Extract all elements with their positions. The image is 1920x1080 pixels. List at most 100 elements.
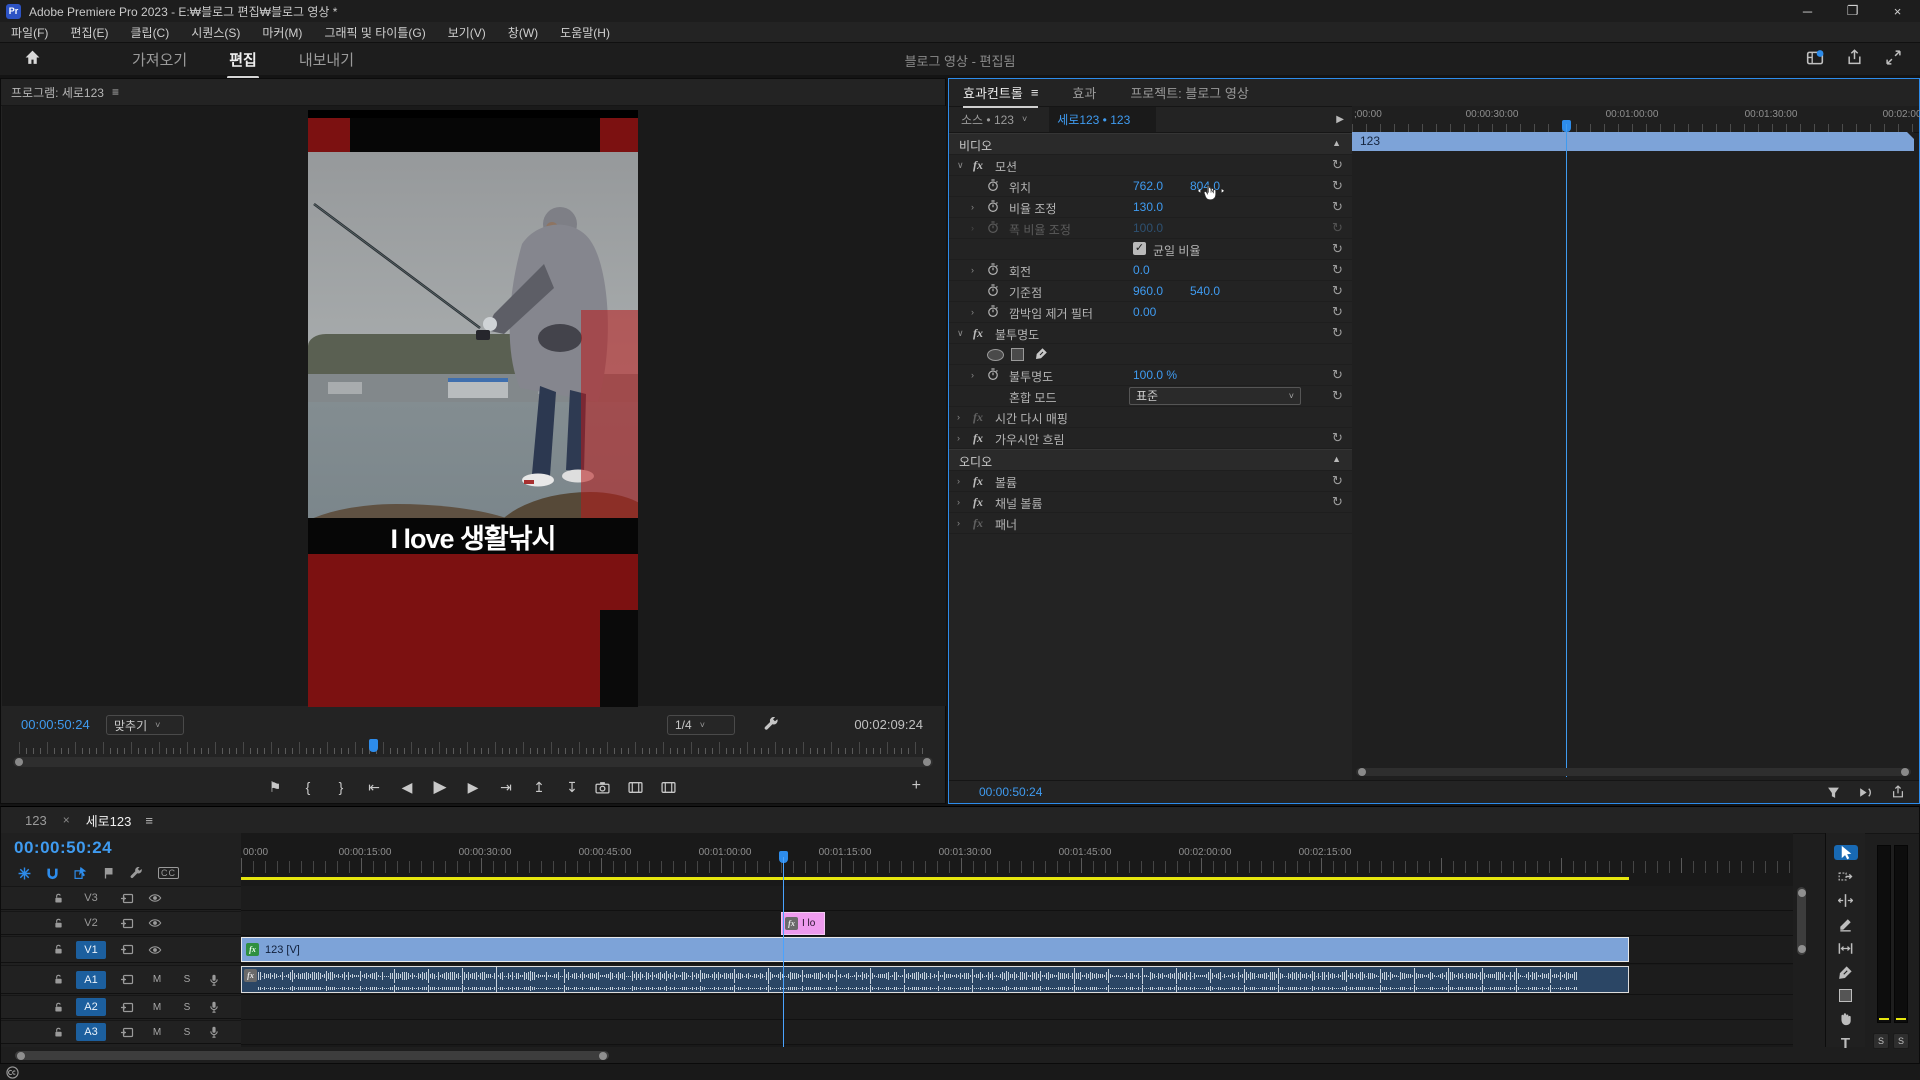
stopwatch-keyframe-icon[interactable]	[987, 179, 999, 192]
toggle-track-output-eye-icon[interactable]	[148, 893, 162, 903]
param-value[interactable]: 540.0	[1190, 284, 1220, 298]
go-to-in-button[interactable]: ⇤	[364, 779, 384, 796]
reset-parameter-icon[interactable]: ↺	[1332, 262, 1343, 278]
menu-그래픽 및 타이틀[interactable]: 그래픽 및 타이틀(G)	[313, 24, 436, 41]
reset-parameter-icon[interactable]: ↺	[1332, 283, 1343, 299]
scrollbar-handle-right[interactable]	[923, 758, 931, 766]
reset-parameter-icon[interactable]: ↺	[1332, 157, 1343, 173]
step-forward-button[interactable]: ▶	[463, 779, 483, 796]
fit-dropdown[interactable]: 맞추기˅	[106, 715, 184, 735]
panel-tab-프로젝트: 블로그 영상[interactable]: 프로젝트: 블로그 영상	[1130, 83, 1248, 102]
param-value[interactable]: 130.0	[1133, 200, 1163, 214]
ripple-edit-tool[interactable]	[1834, 893, 1858, 908]
sequence-tab-active[interactable]: 세로123	[86, 811, 132, 830]
go-to-out-button[interactable]: ⇥	[496, 779, 516, 796]
source-patch-icon[interactable]	[120, 1027, 134, 1038]
expand-chevron-icon[interactable]: ∨	[957, 328, 964, 339]
solo-track-button[interactable]: S	[180, 974, 194, 985]
track-target-badge[interactable]: A3	[76, 1023, 106, 1041]
expand-chevron-icon[interactable]: ›	[957, 497, 960, 507]
reset-parameter-icon[interactable]: ↺	[1332, 178, 1343, 194]
stopwatch-keyframe-icon[interactable]	[987, 221, 999, 234]
panel-menu-icon[interactable]: ≡	[112, 85, 119, 99]
fullscreen-icon[interactable]	[1885, 49, 1902, 67]
reset-parameter-icon[interactable]: ↺	[1332, 220, 1343, 236]
reset-parameter-icon[interactable]: ↺	[1332, 304, 1343, 320]
expand-chevron-icon[interactable]: ›	[957, 433, 960, 443]
expand-chevron-icon[interactable]: ›	[957, 412, 960, 422]
extract-button[interactable]: ↧	[562, 779, 582, 796]
reset-parameter-icon[interactable]: ↺	[1332, 241, 1343, 257]
menu-시퀀스[interactable]: 시퀀스(S)	[180, 24, 251, 41]
video-clip-v1[interactable]: fx 123 [V]	[241, 937, 1629, 962]
track-target-badge[interactable]: A2	[76, 998, 106, 1016]
program-scrub-ruler[interactable]	[19, 741, 927, 754]
timeline-vertical-scrollbar[interactable]	[1797, 887, 1806, 955]
meter-solo-button-2[interactable]: S	[1893, 1033, 1909, 1049]
track-head-V2[interactable]: V2	[1, 911, 241, 935]
reset-parameter-icon[interactable]: ↺	[1332, 388, 1343, 404]
expand-chevron-icon[interactable]: ›	[971, 202, 974, 212]
stopwatch-keyframe-icon[interactable]	[987, 200, 999, 213]
collapse-icon[interactable]: ▲	[1332, 138, 1341, 148]
track-lane-V2[interactable]	[241, 911, 1793, 936]
meter-solo-button-1[interactable]: S	[1873, 1033, 1889, 1049]
insert-nest-toggle-icon[interactable]	[18, 867, 31, 880]
menu-편집[interactable]: 편집(E)	[59, 24, 119, 41]
track-lock-icon[interactable]	[53, 944, 64, 955]
source-patch-icon[interactable]	[120, 918, 134, 929]
reset-parameter-icon[interactable]: ↺	[1332, 430, 1343, 446]
selection-tool[interactable]	[1834, 845, 1858, 860]
maximize-button[interactable]: ❐	[1830, 0, 1875, 22]
stopwatch-keyframe-icon[interactable]	[987, 368, 999, 381]
timeline-ruler[interactable]: 00:0000:00:15:0000:00:30:0000:00:45:0000…	[241, 847, 1793, 879]
reset-parameter-icon[interactable]: ↺	[1332, 473, 1343, 489]
param-value[interactable]: 100.0	[1133, 221, 1163, 235]
reset-parameter-icon[interactable]: ↺	[1332, 325, 1343, 341]
expand-chevron-icon[interactable]: ›	[971, 307, 974, 317]
panel-menu-icon[interactable]: ≡	[145, 813, 153, 828]
track-lane-V3[interactable]	[241, 886, 1793, 911]
audio-clip-a1[interactable]: fx	[241, 966, 1629, 993]
lift-button[interactable]: ↥	[529, 779, 549, 796]
rectangle-tool[interactable]	[1834, 989, 1858, 1002]
track-head-A1[interactable]: A1MS	[1, 965, 241, 994]
track-target-badge[interactable]: V1	[76, 941, 106, 959]
close-tab-icon[interactable]: ×	[63, 813, 70, 827]
param-value[interactable]: 0.00	[1133, 305, 1156, 319]
mask-ellipse-icon[interactable]	[987, 349, 1004, 361]
menu-도움말[interactable]: 도움말(H)	[549, 24, 621, 41]
effect-controls-timecode[interactable]: 00:00:50:24	[949, 785, 1042, 799]
mask-pen-icon[interactable]	[1035, 347, 1048, 360]
mute-track-button[interactable]: M	[150, 1027, 164, 1038]
effect-timeline-scrollbar[interactable]	[1356, 768, 1911, 776]
linked-selection-icon[interactable]	[74, 866, 88, 880]
param-value[interactable]: 0.0	[1133, 263, 1150, 277]
track-head-A3[interactable]: A3MS	[1, 1020, 241, 1044]
track-head-A2[interactable]: A2 M S	[1, 995, 241, 1019]
playback-resolution-dropdown[interactable]: 1/4˅	[667, 715, 735, 735]
sequence-tab-123[interactable]: 123	[25, 813, 47, 828]
param-value[interactable]: 100.0 %	[1133, 368, 1177, 382]
panel-menu-icon[interactable]: ≡	[1031, 85, 1039, 100]
program-zoom-scrollbar[interactable]	[13, 757, 933, 767]
mute-track-button[interactable]: M	[150, 1002, 164, 1013]
solo-track-button[interactable]: S	[180, 1002, 194, 1013]
source-patch-icon[interactable]	[120, 974, 134, 985]
slip-tool[interactable]	[1834, 941, 1858, 956]
program-current-timecode[interactable]: 00:00:50:24	[21, 717, 90, 732]
source-clip-label[interactable]: 소스 • 123	[949, 111, 1014, 128]
voiceover-mic-icon[interactable]	[208, 974, 220, 986]
close-button[interactable]: ×	[1875, 0, 1920, 22]
track-lock-icon[interactable]	[53, 974, 64, 985]
source-patch-icon[interactable]	[120, 1002, 134, 1013]
stopwatch-keyframe-icon[interactable]	[987, 305, 999, 318]
filter-properties-icon[interactable]	[1827, 786, 1840, 799]
panel-tab-효과[interactable]: 효과	[1072, 83, 1096, 102]
button-editor-add-icon[interactable]: +	[912, 777, 921, 795]
workspace-icon[interactable]	[1806, 49, 1824, 67]
timeline-horizontal-scrollbar[interactable]	[15, 1051, 609, 1060]
track-lock-icon[interactable]	[53, 1002, 64, 1013]
toggle-track-output-eye-icon[interactable]	[148, 918, 162, 928]
stopwatch-keyframe-icon[interactable]	[987, 263, 999, 276]
